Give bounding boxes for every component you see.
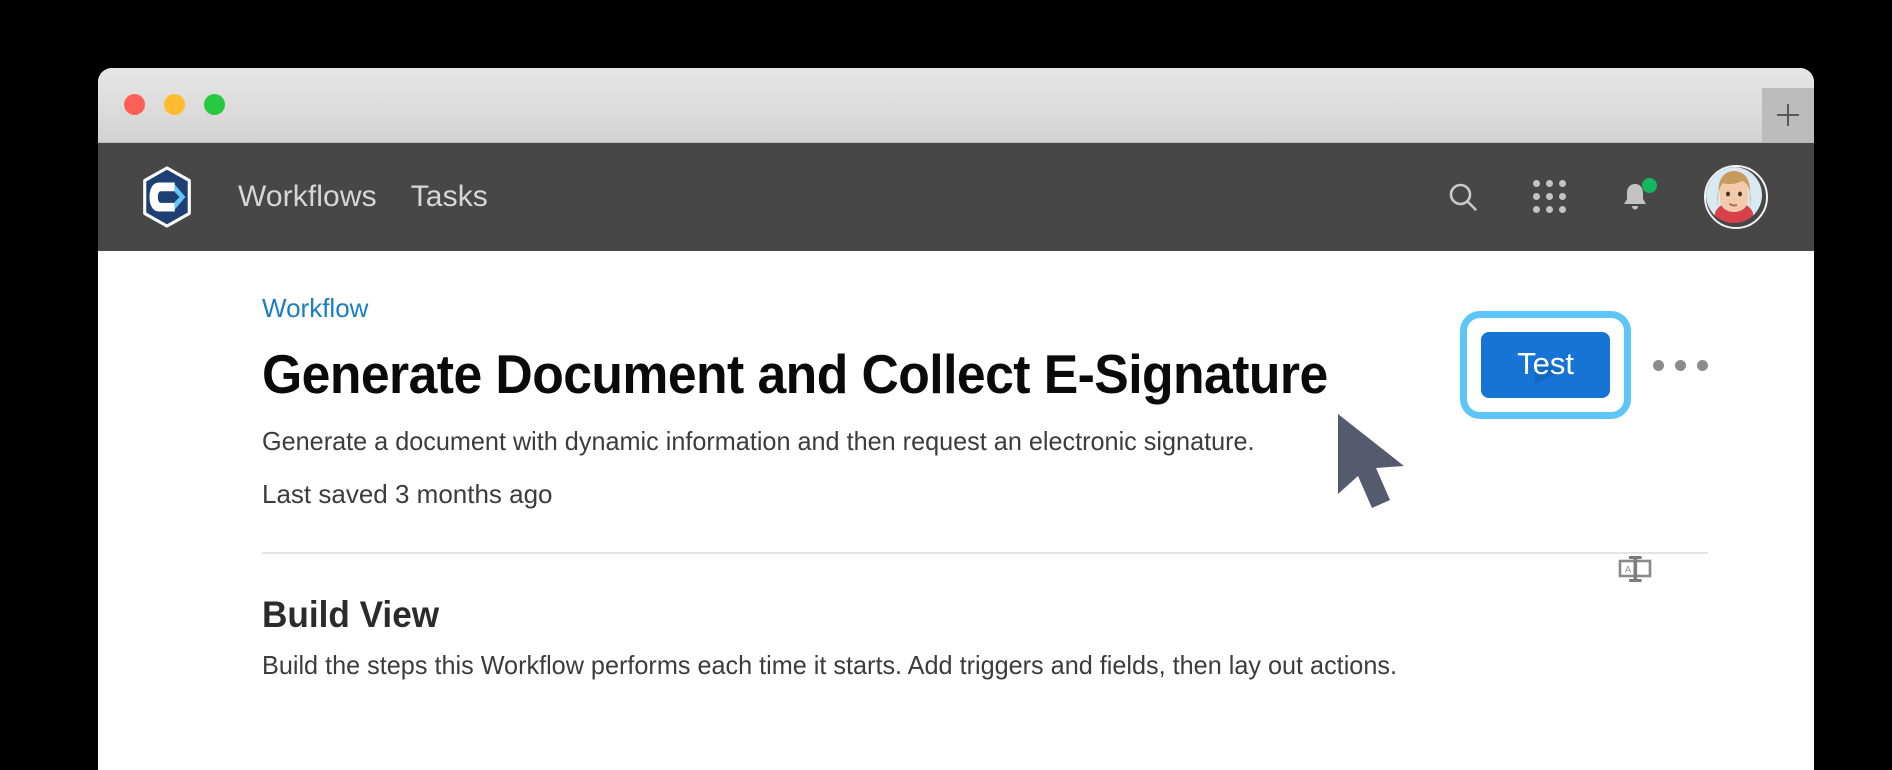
nav-link-workflows[interactable]: Workflows (238, 182, 377, 212)
page-actions: Test (1460, 311, 1708, 419)
search-icon[interactable] (1446, 180, 1480, 214)
close-window-button[interactable] (124, 94, 145, 115)
more-options-kebab[interactable] (1653, 359, 1708, 371)
new-tab-button[interactable] (1762, 88, 1814, 142)
company-hexagon-logo[interactable] (136, 166, 198, 228)
nav-link-tasks[interactable]: Tasks (411, 182, 488, 212)
screenshot-stage: Workflows Tasks Workflow Generate Docume… (0, 0, 1892, 770)
section-divider (262, 552, 1708, 554)
window-titlebar (98, 68, 1814, 143)
test-button-label: Test (1517, 346, 1574, 381)
last-saved-text: Last saved 3 months ago (262, 479, 553, 509)
notifications-bell-icon[interactable] (1618, 178, 1657, 214)
svg-text:A: A (1625, 565, 1631, 575)
notification-badge (1642, 178, 1657, 193)
app-navbar: Workflows Tasks (98, 143, 1814, 251)
page-title: Generate Document and Collect E-Signatur… (262, 343, 1328, 405)
window-traffic-lights (124, 94, 225, 115)
test-button[interactable]: Test (1481, 332, 1610, 398)
page-description: Generate a document with dynamic informa… (262, 426, 1255, 456)
test-button-highlight-ring: Test (1460, 311, 1631, 419)
breadcrumb[interactable]: Workflow (262, 251, 368, 324)
user-avatar[interactable] (1704, 165, 1768, 229)
page-content: Workflow Generate Document and Collect E… (98, 251, 1814, 770)
navbar-actions (1446, 165, 1814, 229)
section-description: Build the steps this Workflow performs e… (262, 650, 1397, 680)
browser-window: Workflows Tasks Workflow Generate Docume… (98, 68, 1814, 770)
minimize-window-button[interactable] (164, 94, 185, 115)
maximize-window-button[interactable] (204, 94, 225, 115)
primary-nav: Workflows Tasks (238, 182, 488, 212)
apps-grid-icon[interactable] (1532, 180, 1566, 214)
section-title-build-view: Build View (262, 594, 440, 635)
rename-text-field-icon[interactable]: A (1618, 554, 1654, 589)
plus-icon (1777, 104, 1799, 126)
content-inner: Workflow Generate Document and Collect E… (152, 251, 1760, 681)
